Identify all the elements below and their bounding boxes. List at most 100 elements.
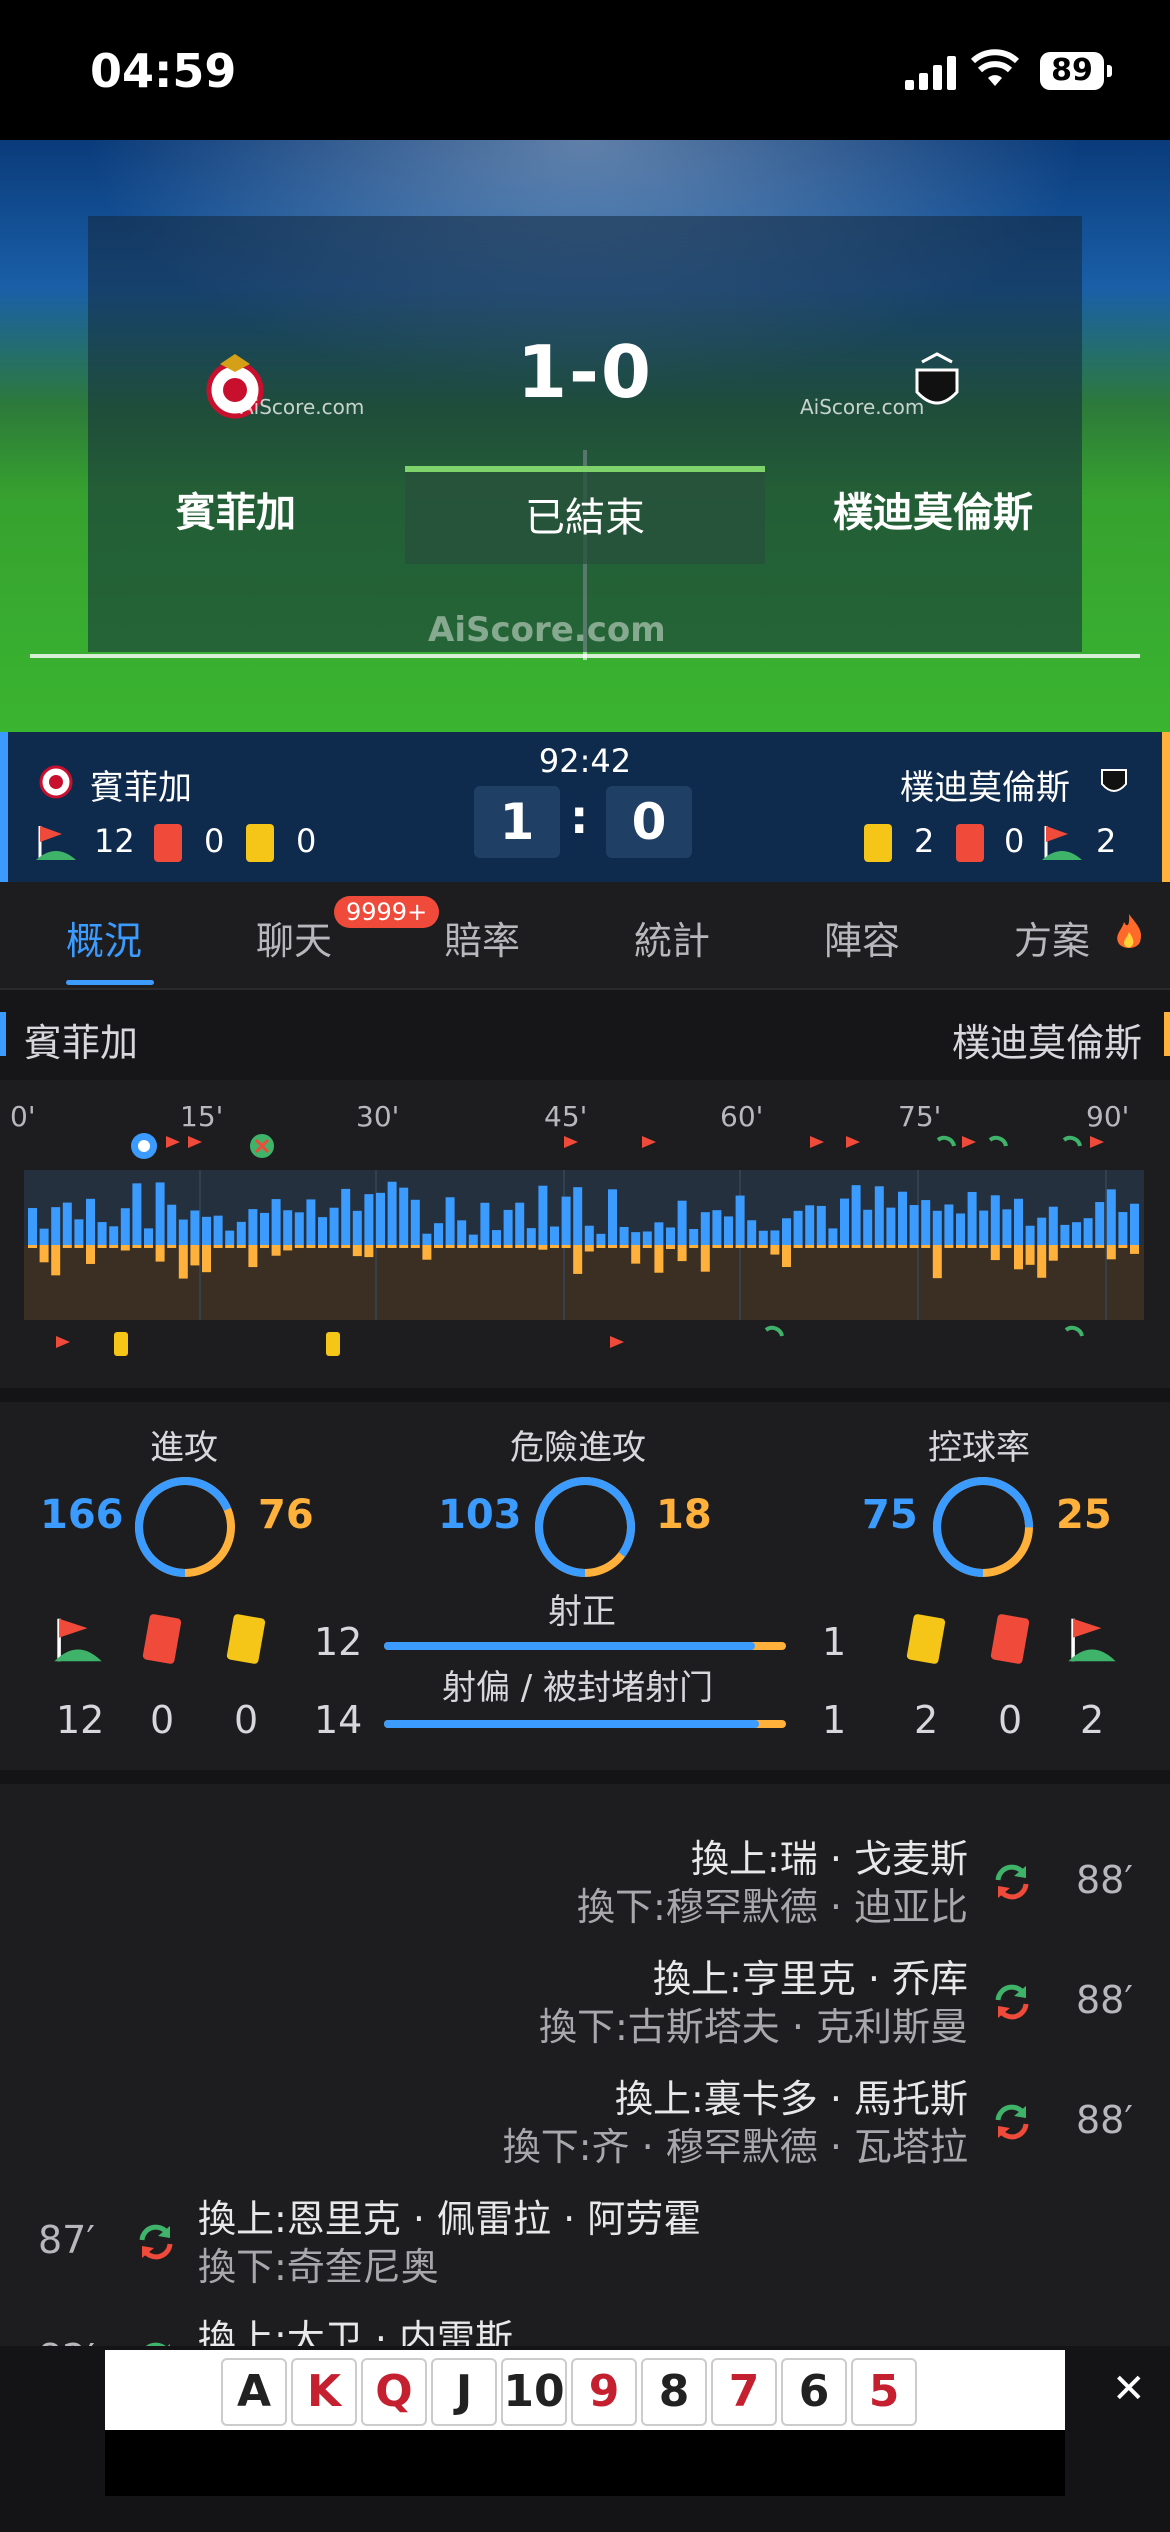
home-marker xyxy=(0,1012,6,1056)
away-red-stat: 0 xyxy=(998,1698,1023,1742)
away-team-name[interactable]: 樸迪莫倫斯 xyxy=(833,480,1033,538)
ad-card-10: 10 xyxy=(501,2358,567,2426)
momentum-home-bar xyxy=(666,1227,675,1245)
stats-panel: 進攻 危險進攻 控球率 166 76 103 18 75 25 12 射正 1 … xyxy=(0,1388,1170,1772)
momentum-away-bar xyxy=(619,1245,629,1248)
momentum-home-bar xyxy=(886,1207,896,1245)
momentum-home-bar xyxy=(445,1197,455,1245)
home-corners: 12 xyxy=(94,822,135,860)
momentum-away-bar xyxy=(62,1245,72,1248)
momentum-home-bar xyxy=(573,1187,583,1245)
momentum-away-bar xyxy=(631,1245,641,1264)
momentum-away-bar xyxy=(921,1245,931,1248)
momentum-away-bar xyxy=(1118,1245,1128,1248)
home-corner-icon xyxy=(36,826,76,860)
match-status: 已結束 xyxy=(405,466,765,564)
momentum-away-bar xyxy=(782,1245,791,1268)
momentum-home-bar xyxy=(74,1219,84,1245)
event-4-minute: 87′ xyxy=(38,2218,95,2262)
momentum-home-bar xyxy=(190,1210,200,1245)
momentum-home-bar xyxy=(550,1226,559,1245)
momentum-away-bar xyxy=(1014,1245,1023,1270)
momentum-home-bar xyxy=(990,1195,1000,1245)
momentum-away-bar xyxy=(39,1245,49,1263)
momentum-away-bar xyxy=(666,1245,675,1250)
momentum-away-bar xyxy=(248,1245,258,1268)
momentum-home-bar xyxy=(1025,1225,1035,1245)
momentum-chart xyxy=(24,1133,1144,1356)
substitution-icon xyxy=(139,2224,173,2260)
momentum-away-bar xyxy=(260,1245,269,1248)
home-yellow: 0 xyxy=(296,822,317,860)
shots-on-home: 12 xyxy=(314,1620,363,1664)
tab-plans[interactable]: 方案 xyxy=(1014,910,1090,965)
signal-icon xyxy=(905,56,956,90)
momentum-away-bar xyxy=(387,1245,397,1248)
momentum-home-bar xyxy=(260,1212,269,1245)
tab-overview[interactable]: 概況 xyxy=(66,910,142,965)
momentum-home-bar xyxy=(1130,1203,1139,1245)
momentum-home-bar xyxy=(120,1208,130,1245)
momentum-away-bar xyxy=(642,1245,652,1248)
momentum-away-bar xyxy=(457,1245,467,1248)
home-red-stat: 0 xyxy=(150,1698,175,1742)
event-4-out: 換下:奇奎尼奥 xyxy=(198,2245,439,2289)
momentum-away-bar xyxy=(318,1245,327,1248)
momentum-home-bar xyxy=(840,1198,849,1245)
momentum-home-bar xyxy=(700,1212,710,1245)
tab-lineups[interactable]: 陣容 xyxy=(824,910,900,965)
momentum-away-bar xyxy=(967,1245,977,1248)
momentum-away-bar xyxy=(515,1245,525,1248)
momentum-home-bar xyxy=(782,1218,791,1245)
momentum-away-bar xyxy=(468,1245,478,1248)
ad-card-j: J xyxy=(431,2358,497,2426)
momentum-away-bar xyxy=(758,1245,768,1248)
momentum-away-bar xyxy=(225,1245,235,1248)
event-3-in: 換上:裏卡多 · 馬托斯 xyxy=(614,2077,968,2121)
momentum-away-bar xyxy=(480,1245,490,1248)
momentum-home-bar xyxy=(932,1210,942,1245)
home-yellow-stat-icon xyxy=(226,1613,266,1665)
momentum-home-bar xyxy=(167,1204,177,1245)
momentum-home-bar xyxy=(747,1220,757,1245)
wifi-icon xyxy=(970,49,1020,86)
tab-stats[interactable]: 統計 xyxy=(634,910,710,965)
momentum-home-bar xyxy=(410,1199,420,1245)
substitution-icon xyxy=(995,1984,1029,2020)
momentum-home-bar xyxy=(770,1230,780,1245)
momentum-away-bar xyxy=(434,1245,443,1248)
tab-chat[interactable]: 聊天 xyxy=(256,910,332,965)
home-team-name[interactable]: 賓菲加 xyxy=(176,480,296,538)
away-yellow-stat: 2 xyxy=(914,1698,939,1742)
away-corners-stat: 2 xyxy=(1080,1698,1105,1742)
away-marker xyxy=(1164,1012,1170,1056)
close-icon[interactable]: ✕ xyxy=(1112,2366,1146,2412)
momentum-away-bar xyxy=(689,1245,699,1248)
tab-odds[interactable]: 賠率 xyxy=(444,910,520,965)
momentum-away-bar xyxy=(1095,1245,1105,1248)
momentum-home-bar xyxy=(828,1228,838,1245)
momentum-home-bar xyxy=(596,1233,606,1245)
momentum-home-bar xyxy=(608,1189,617,1245)
momentum-home-bar xyxy=(538,1185,548,1245)
event-1-minute: 88′ xyxy=(1076,1858,1133,1902)
substitution-icon xyxy=(995,1864,1029,1900)
active-tab-indicator xyxy=(66,980,154,985)
team-names-row: 賓菲加 樸迪莫倫斯 xyxy=(0,990,1170,1080)
ad-image[interactable]: A K Q J 10 9 8 7 6 5 xyxy=(105,2350,1065,2430)
momentum-away-bar xyxy=(596,1245,606,1248)
momentum-away-bar xyxy=(51,1245,61,1276)
away-label: 樸迪莫倫斯 xyxy=(951,1021,1142,1065)
momentum-away-bar xyxy=(74,1245,84,1248)
away-corners: 2 xyxy=(1096,822,1117,860)
momentum-away-bar xyxy=(735,1245,745,1248)
momentum-home-bar xyxy=(712,1210,722,1245)
home-corner-stat-icon xyxy=(54,1618,102,1662)
ad-banner[interactable]: A K Q J 10 9 8 7 6 5 ✕ xyxy=(0,2346,1170,2532)
momentum-away-bar xyxy=(956,1245,965,1248)
momentum-home-bar xyxy=(805,1205,815,1245)
home-red-card-icon xyxy=(154,824,182,862)
away-corner-icon xyxy=(1042,826,1082,860)
momentum-away-bar xyxy=(202,1245,211,1273)
shots-off-bar xyxy=(384,1720,759,1728)
